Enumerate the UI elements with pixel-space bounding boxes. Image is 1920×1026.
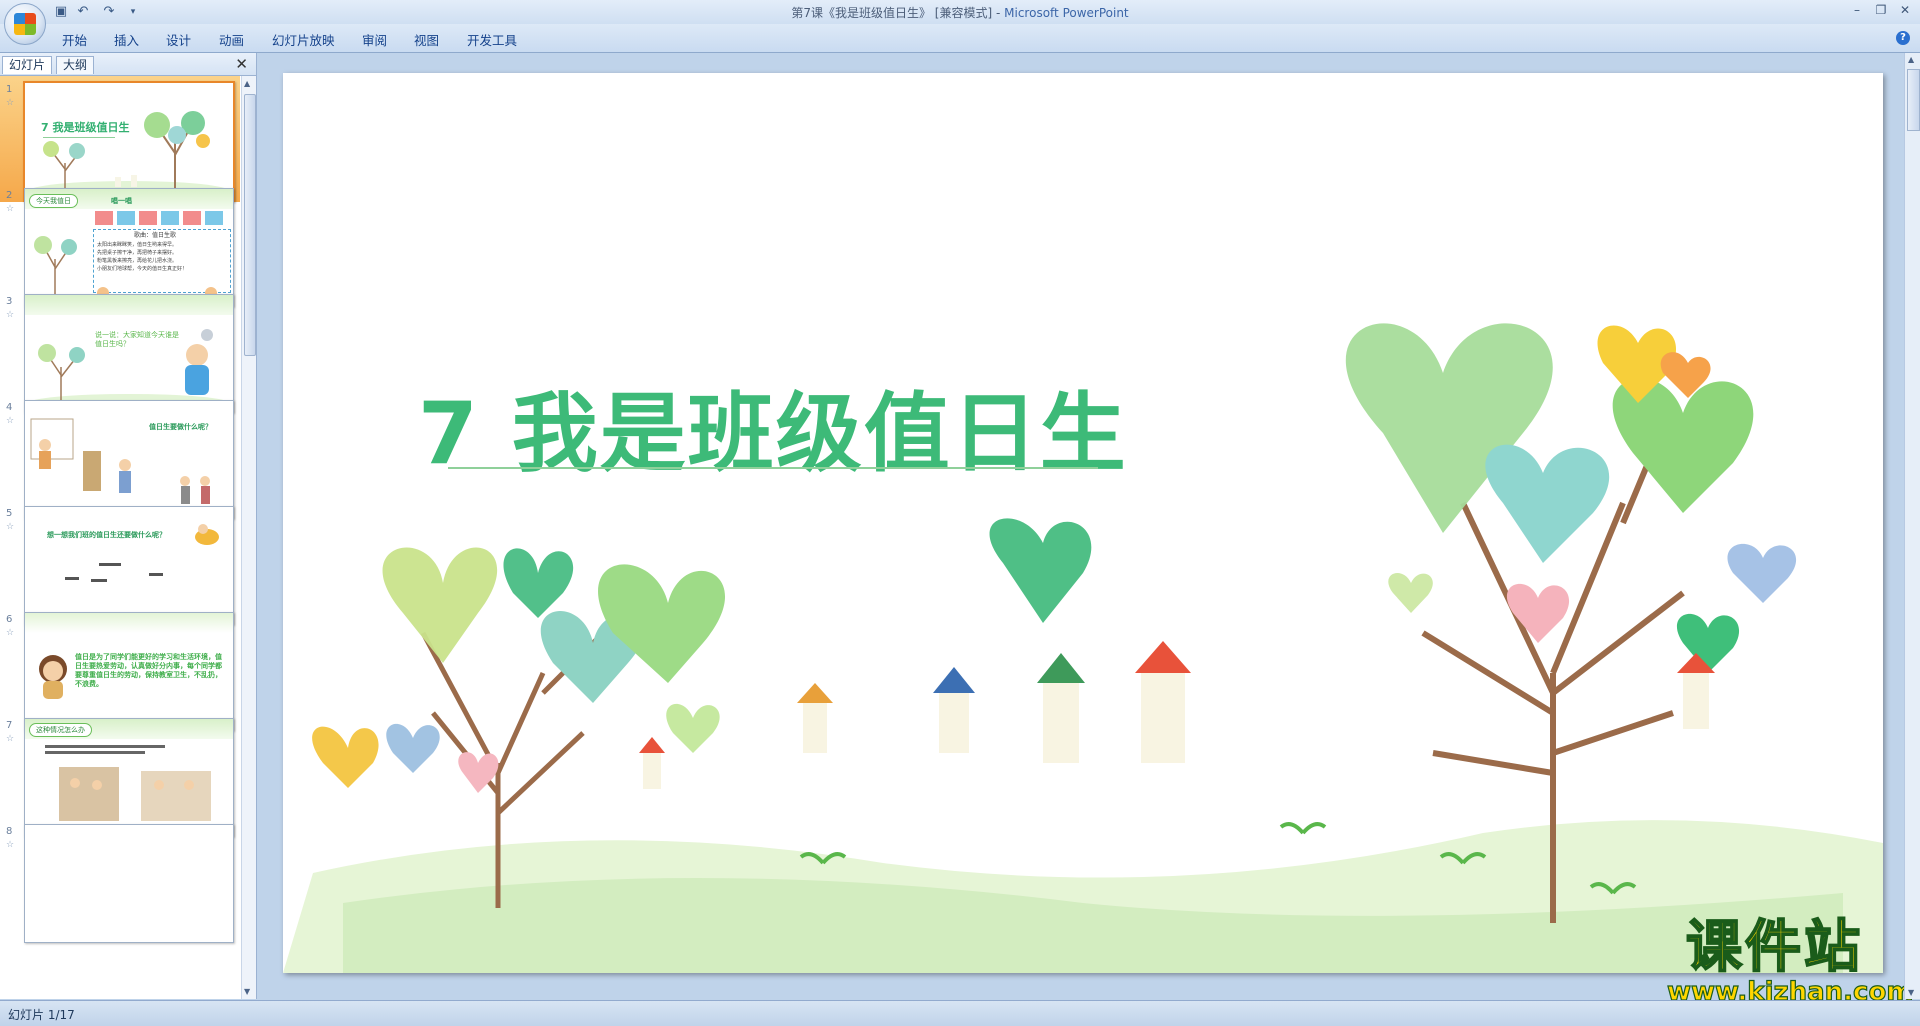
tab-slideshow[interactable]: 幻灯片放映 — [272, 30, 335, 49]
slide-number: 7 — [6, 720, 13, 731]
slide-counter: 幻灯片 1/17 — [8, 1008, 75, 1022]
animation-star-icon: ☆ — [6, 522, 15, 532]
slide-title[interactable]: 7 我是班级值日生 — [418, 363, 1128, 488]
scroll-up-icon[interactable]: ▲ — [244, 79, 250, 88]
close-icon[interactable]: ✕ — [1894, 2, 1916, 18]
restore-icon[interactable]: ❐ — [1870, 2, 1892, 18]
slide-number: 8 — [6, 826, 13, 837]
office-logo-icon — [14, 13, 36, 35]
scroll-down-icon[interactable]: ▼ — [1908, 988, 1914, 997]
slide-illustration — [283, 323, 1883, 973]
tab-slides[interactable]: 幻灯片 — [2, 56, 53, 74]
animation-star-icon: ☆ — [6, 734, 15, 744]
thumbnail-scrollbar[interactable]: ▲ ▼ — [241, 76, 256, 999]
editor-scrollbar[interactable]: ▲ ▼ — [1904, 53, 1920, 999]
slides-panel: 幻灯片 大纲 ✕ 1 ☆ 7 我是班级值日生 2 ☆ 今天我值日 唱一唱 歌曲：… — [0, 53, 257, 999]
tab-home[interactable]: 开始 — [62, 30, 87, 49]
slide-number: 3 — [6, 296, 13, 307]
animation-star-icon: ☆ — [6, 204, 15, 214]
tab-design[interactable]: 设计 — [166, 30, 191, 49]
watermark-text: 课件站 — [1685, 915, 1863, 980]
slide-thumbnail[interactable] — [24, 824, 234, 943]
tab-developer[interactable]: 开发工具 — [467, 30, 517, 49]
tab-animation[interactable]: 动画 — [219, 30, 244, 49]
scroll-thumb[interactable] — [244, 94, 256, 356]
slide-number: 6 — [6, 614, 13, 625]
slide-number: 2 — [6, 190, 13, 201]
animation-star-icon: ☆ — [6, 840, 15, 850]
slide-editor: 7 我是班级值日生 课件站 www.kjzhan.com — [257, 53, 1914, 1007]
title-bar: ▣ ↶ ↷ ▾ 第7课《我是班级值日生》 [兼容模式] - Microsoft … — [0, 0, 1920, 45]
animation-star-icon: ☆ — [6, 310, 15, 320]
slide-number: 4 — [6, 402, 13, 413]
window-title: 第7课《我是班级值日生》 [兼容模式] - Microsoft PowerPoi… — [0, 4, 1920, 21]
tab-review[interactable]: 审阅 — [362, 30, 387, 49]
panel-tabs: 幻灯片 大纲 ✕ — [0, 53, 256, 76]
scroll-up-icon[interactable]: ▲ — [1908, 55, 1914, 64]
tab-insert[interactable]: 插入 — [114, 30, 139, 49]
minimize-icon[interactable]: – — [1846, 2, 1868, 18]
slide-number: 5 — [6, 508, 13, 519]
thumbnail-row[interactable]: 8 ☆ — [0, 818, 240, 944]
thumbnail-list: 1 ☆ 7 我是班级值日生 2 ☆ 今天我值日 唱一唱 歌曲：值日生歌 太阳出来… — [0, 76, 240, 999]
slide-number: 1 — [6, 84, 13, 95]
tab-view[interactable]: 视图 — [414, 30, 439, 49]
help-icon[interactable]: ? — [1896, 31, 1910, 45]
app-name: Microsoft PowerPoint — [1004, 6, 1129, 20]
animation-star-icon: ☆ — [6, 98, 15, 108]
status-bar: 幻灯片 1/17 — [0, 1000, 1920, 1026]
animation-star-icon: ☆ — [6, 628, 15, 638]
panel-close-icon[interactable]: ✕ — [235, 55, 248, 73]
slide-canvas[interactable]: 7 我是班级值日生 — [283, 73, 1883, 973]
animation-star-icon: ☆ — [6, 416, 15, 426]
title-underline — [448, 467, 1098, 469]
tab-outline[interactable]: 大纲 — [56, 56, 95, 74]
office-button[interactable] — [4, 3, 46, 45]
watermark-logo: 课件站 www.kjzhan.com — [1666, 915, 1914, 1007]
scroll-thumb[interactable] — [1907, 69, 1920, 131]
window-title-text: 第7课《我是班级值日生》 [兼容模式] - — [791, 6, 1005, 20]
ribbon-tabs: 开始 插入 设计 动画 幻灯片放映 审阅 视图 开发工具 ? — [0, 24, 1920, 53]
scroll-down-icon[interactable]: ▼ — [244, 987, 250, 996]
